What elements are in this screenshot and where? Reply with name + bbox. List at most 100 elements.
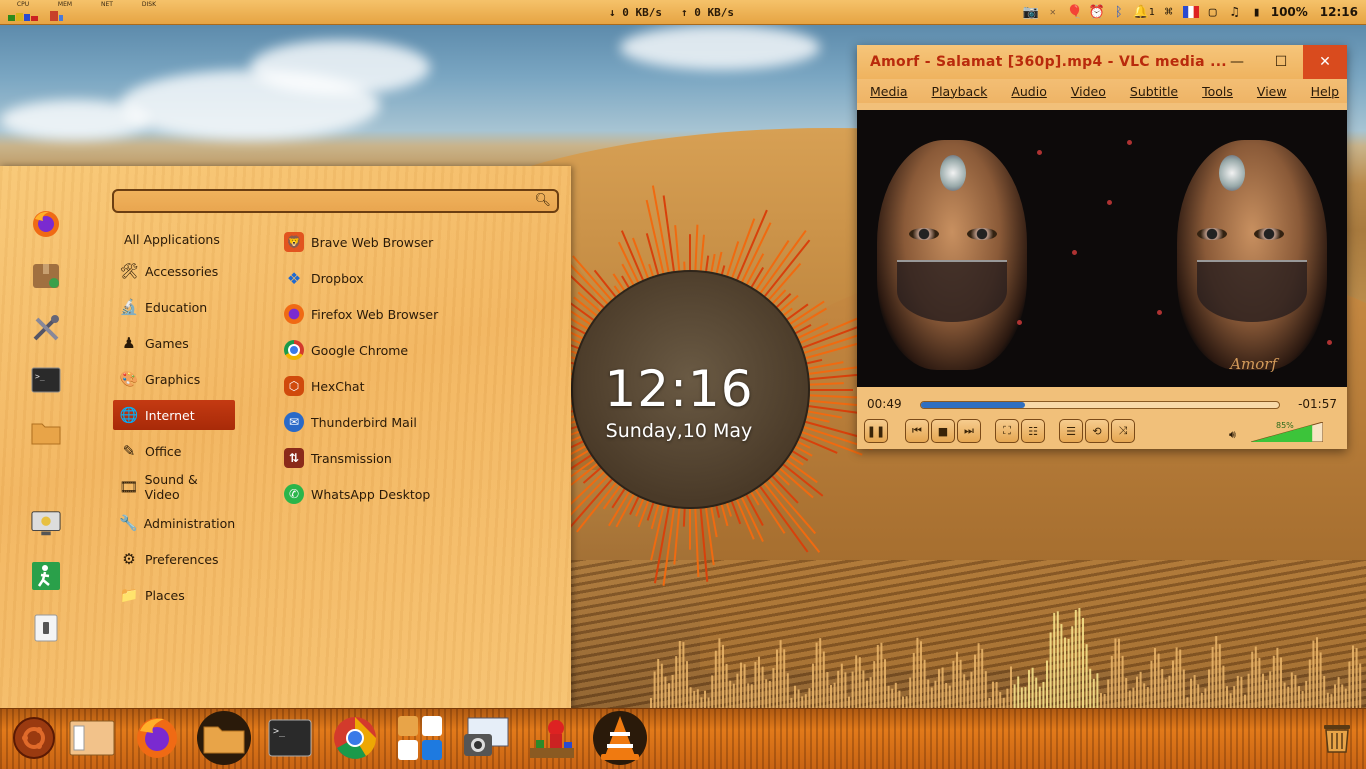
lock-screen-button[interactable] xyxy=(31,509,61,539)
category-places[interactable]: 📁Places xyxy=(113,580,235,610)
pause-button[interactable]: ❚❚ xyxy=(864,419,888,443)
french-flag-icon[interactable] xyxy=(1183,4,1199,20)
close-button[interactable]: ✕ xyxy=(1303,45,1347,79)
dropbox-icon: ❖ xyxy=(284,268,304,288)
category-games[interactable]: ♟Games xyxy=(113,328,235,358)
dock-vlc[interactable] xyxy=(590,713,650,763)
dock-terminal[interactable]: >_ xyxy=(266,713,314,763)
dock-game[interactable] xyxy=(528,713,576,763)
dock-file-manager[interactable] xyxy=(68,713,116,763)
app-dropbox[interactable]: ❖Dropbox xyxy=(280,263,364,293)
dock-files[interactable] xyxy=(196,713,252,763)
spectrum-bar xyxy=(722,645,724,708)
category-office[interactable]: ✎Office xyxy=(113,436,235,466)
spectrum-bar xyxy=(704,691,706,708)
bluetooth-icon[interactable]: ᛒ xyxy=(1111,4,1127,20)
spectrum-bar xyxy=(945,683,947,708)
dock-screenshot[interactable] xyxy=(462,713,510,763)
favorite-software-center[interactable] xyxy=(31,261,61,291)
app-whatsapp[interactable]: ✆WhatsApp Desktop xyxy=(280,479,430,509)
vlc-titlebar[interactable]: Amorf - Salamat [360p].mp4 - VLC media .… xyxy=(857,45,1347,79)
category-administration[interactable]: 🔧Administration xyxy=(113,508,235,538)
previous-button[interactable]: ⏮ xyxy=(905,419,929,443)
app-transmission[interactable]: ⇅Transmission xyxy=(280,443,392,473)
stop-button[interactable]: ■ xyxy=(931,419,955,443)
app-indicator-icon[interactable]: 🎈 xyxy=(1067,4,1083,20)
menu-tools[interactable]: Tools xyxy=(1202,84,1233,99)
network-monitor[interactable]: NET xyxy=(88,1,126,23)
favorite-files[interactable] xyxy=(31,417,61,447)
category-preferences[interactable]: ⚙Preferences xyxy=(113,544,235,574)
spectrum-bar xyxy=(1140,672,1142,708)
shuffle-button[interactable]: ⤨ xyxy=(1111,419,1135,443)
maximize-button[interactable]: ☐ xyxy=(1259,45,1303,79)
notification-icon[interactable]: 🔔1 xyxy=(1133,4,1155,20)
shutdown-button[interactable] xyxy=(31,613,61,643)
spectrum-bar xyxy=(988,698,990,708)
spectrum-bar xyxy=(1237,676,1239,708)
favorite-settings[interactable] xyxy=(31,313,61,343)
menu-view[interactable]: View xyxy=(1257,84,1287,99)
memory-monitor[interactable]: MEM xyxy=(46,1,84,23)
spectrum-bar xyxy=(927,680,929,708)
dock-trash[interactable] xyxy=(1313,713,1361,763)
spectrum-bar xyxy=(690,687,692,708)
category-graphics[interactable]: 🎨Graphics xyxy=(113,364,235,394)
seek-slider[interactable] xyxy=(920,401,1280,409)
app-thunderbird[interactable]: ✉Thunderbird Mail xyxy=(280,407,417,437)
menu-subtitle[interactable]: Subtitle xyxy=(1130,84,1178,99)
favorite-terminal[interactable]: >_ xyxy=(31,365,61,395)
spectrum-bar xyxy=(1010,666,1012,708)
battery-icon[interactable]: ▮ xyxy=(1249,4,1265,20)
playback-controls: ❚❚ ⏮ ■ ⏭ ⛶ ☷ ☰ ⟲ ⤨ 🔊︎ 85% xyxy=(857,417,1347,447)
spectrum-bar xyxy=(1183,669,1185,708)
spectrum-bar xyxy=(1104,694,1106,708)
music-icon[interactable]: ♫ xyxy=(1227,4,1243,20)
cpu-monitor[interactable]: CPU xyxy=(4,1,42,23)
close-small-icon[interactable]: ✕ xyxy=(1045,4,1061,20)
category-internet[interactable]: 🌐Internet xyxy=(113,400,235,430)
category-education[interactable]: 🔬Education xyxy=(113,292,235,322)
app-hexchat[interactable]: ⬡HexChat xyxy=(280,371,364,401)
keyboard-layout-icon[interactable]: ⌘ xyxy=(1161,4,1177,20)
favorite-firefox[interactable] xyxy=(31,209,61,239)
next-button[interactable]: ⏭ xyxy=(957,419,981,443)
category-accessories[interactable]: 🛠Accessories xyxy=(113,256,235,286)
minimize-button[interactable]: — xyxy=(1215,45,1259,79)
menu-search-input[interactable]: 🔍︎ xyxy=(112,189,559,213)
category-sound-video[interactable]: 🎞Sound & Video xyxy=(113,472,235,502)
camera-icon[interactable]: 📷 xyxy=(1023,4,1039,20)
panel-clock[interactable]: 12:16 xyxy=(1320,5,1358,19)
spectrum-ray xyxy=(721,504,727,526)
spectrum-bar xyxy=(1226,686,1228,708)
previous-icon: ⏮ xyxy=(912,424,922,438)
logout-button[interactable] xyxy=(31,561,61,591)
app-firefox[interactable]: Firefox Web Browser xyxy=(280,299,438,329)
video-area[interactable]: Amorf xyxy=(857,110,1347,387)
spectrum-ray xyxy=(796,441,810,448)
spectrum-bar xyxy=(682,642,684,708)
volume-icon[interactable]: 🔊︎ xyxy=(1229,428,1236,442)
window-list-icon[interactable]: ▢ xyxy=(1205,4,1221,20)
disk-monitor[interactable]: DISK xyxy=(130,1,168,23)
fullscreen-button[interactable]: ⛶ xyxy=(995,419,1019,443)
battery-level: 100% xyxy=(1271,5,1308,19)
menu-playback[interactable]: Playback xyxy=(932,84,988,99)
menu-help[interactable]: Help xyxy=(1311,84,1340,99)
extended-settings-button[interactable]: ☷ xyxy=(1021,419,1045,443)
app-chrome[interactable]: Google Chrome xyxy=(280,335,408,365)
dock-office[interactable] xyxy=(396,713,444,763)
app-brave[interactable]: 🦁Brave Web Browser xyxy=(280,227,433,257)
loop-button[interactable]: ⟲ xyxy=(1085,419,1109,443)
playlist-button[interactable]: ☰ xyxy=(1059,419,1083,443)
volume-slider[interactable] xyxy=(1251,422,1323,442)
dock-ubuntu[interactable] xyxy=(10,713,58,763)
alarm-clock-icon[interactable]: ⏰ xyxy=(1089,4,1105,20)
category-all-applications[interactable]: All Applications xyxy=(113,224,246,254)
menu-audio[interactable]: Audio xyxy=(1011,84,1047,99)
spectrum-bar xyxy=(952,661,954,708)
dock-firefox[interactable] xyxy=(133,713,181,763)
menu-video[interactable]: Video xyxy=(1071,84,1106,99)
menu-media[interactable]: Media xyxy=(870,84,908,99)
dock-chrome[interactable] xyxy=(331,713,379,763)
